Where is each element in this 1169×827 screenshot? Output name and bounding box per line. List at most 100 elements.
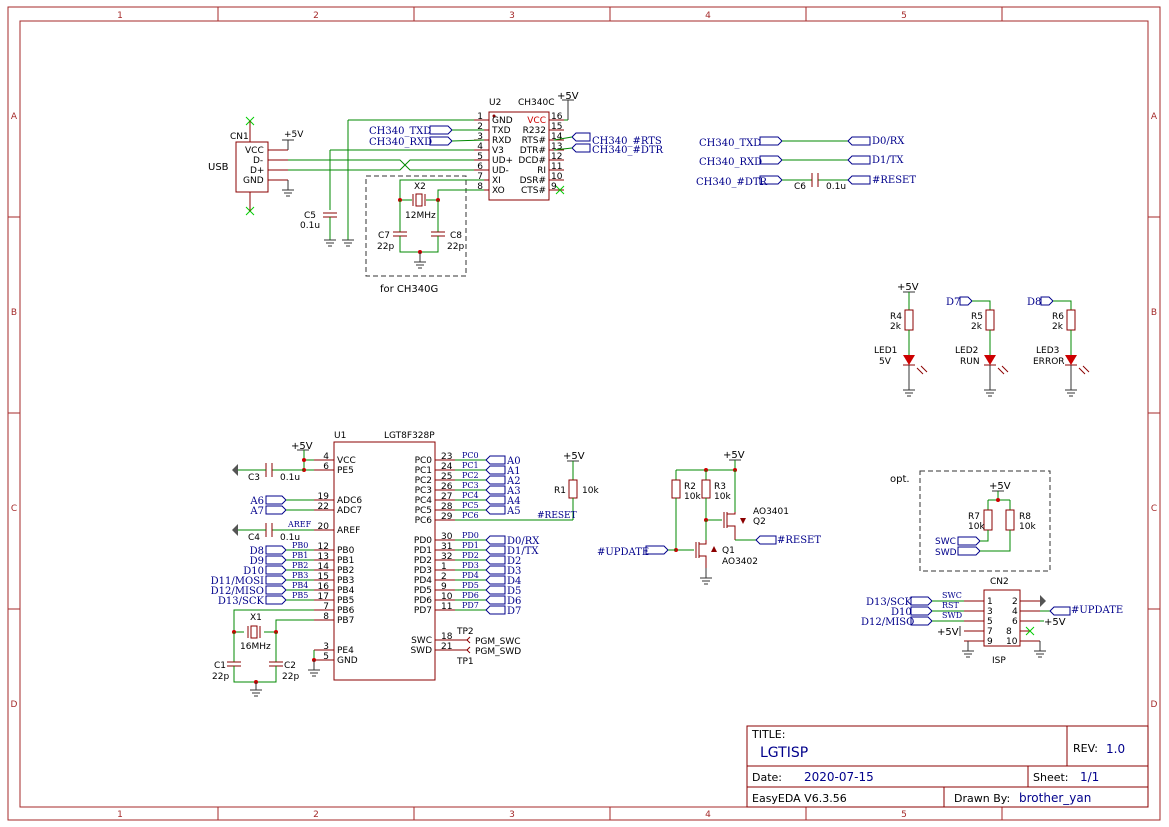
drawn-by-value: brother_yan xyxy=(1019,791,1091,805)
led-wire xyxy=(972,300,991,310)
u1-right-nets: A0A1A2A3A4A5D0/RXD1/TXD2D3D4D5D6D7PC0PC1… xyxy=(455,451,540,617)
u1-wire-label: PB0 xyxy=(292,541,308,550)
title-label: TITLE: xyxy=(751,728,785,741)
u2-pin-name: UD- xyxy=(492,166,509,176)
cn1-power: +5V xyxy=(284,130,304,140)
u1-pin-number: 21 xyxy=(441,642,452,652)
u1-pin-number: 17 xyxy=(318,592,329,602)
u1-net-flag xyxy=(265,545,287,555)
u2-pin-number: 13 xyxy=(551,142,562,152)
u2-pin-name: DTR# xyxy=(520,146,546,156)
led-ref: LED2 xyxy=(955,346,978,356)
u1-reset-label: #RESET xyxy=(537,511,577,521)
u1-net-flag xyxy=(485,455,506,465)
u1-pin-number: 30 xyxy=(441,532,453,542)
c5-value: 0.1u xyxy=(300,221,320,231)
update-circuit[interactable]: +5V R2 10k R3 10k AO3401 Q2 #RESET Q1 AO… xyxy=(597,450,821,585)
u1-pin-number: 29 xyxy=(441,512,453,522)
u1-pin-name: PD6 xyxy=(414,596,432,606)
u1-pin-name: SWC xyxy=(411,636,432,646)
led-net-label: D7 xyxy=(946,297,960,308)
u1-pin-number: 7 xyxy=(323,602,329,612)
u1-net-flag xyxy=(265,555,287,565)
u1-pin-number: 12 xyxy=(318,542,329,552)
serial-from-dtr: CH340_#DTR xyxy=(696,177,768,188)
opt-block[interactable]: opt. +5V R7 10k R8 10k SWC SWD xyxy=(890,470,1051,572)
usb-connector-cn1[interactable]: CN1 USB +5V VCC D- D+ GND xyxy=(208,116,304,216)
net-ch340-rxd-in: CH340_RXD xyxy=(369,137,432,148)
r1-power: +5V xyxy=(563,451,585,462)
rev-value: 1.0 xyxy=(1106,742,1125,756)
u2-pin-name: UD+ xyxy=(492,156,513,166)
c4-ref: C4 xyxy=(248,533,260,543)
led-diode-icon xyxy=(1065,355,1077,365)
tp1-ref: TP1 xyxy=(456,657,474,667)
frame-col-4-top: 4 xyxy=(705,11,711,21)
c7-value: 22p xyxy=(377,242,394,252)
led-resistor-value: 2k xyxy=(1052,322,1064,332)
capacitor-c5[interactable]: C5 0.1u xyxy=(300,211,354,247)
update-power: +5V xyxy=(723,450,745,461)
led-channel[interactable]: +5V R42k LED15V xyxy=(874,282,928,397)
u1-pin-number: 27 xyxy=(441,492,452,502)
c1-ref: C1 xyxy=(214,661,226,671)
frame-col-2-bottom: 2 xyxy=(313,810,319,820)
led-channel[interactable]: D7 R52k LED2RUN xyxy=(946,296,1009,397)
cn1-name: USB xyxy=(208,162,229,173)
u1-pin-name: PB4 xyxy=(337,586,355,596)
cn2-ref: CN2 xyxy=(990,577,1009,587)
u1-wire-label: PC0 xyxy=(462,451,479,460)
led-ray-icon xyxy=(1082,365,1090,373)
serial-map[interactable]: CH340_TXD CH340_RXD CH340_#DTR C6 0.1u D… xyxy=(696,136,916,192)
led-resistor-value: 2k xyxy=(971,322,983,332)
serial-from-rxd: CH340_RXD xyxy=(699,157,762,168)
u1-net-flag xyxy=(485,535,506,545)
u2-pin-number: 14 xyxy=(551,132,563,142)
led-resistor xyxy=(1066,309,1076,331)
crystal-block-ch340g[interactable]: for CH340G X2 12MHz C7 22p C8 22p xyxy=(365,175,484,295)
u1-wire-label: PD3 xyxy=(462,561,479,570)
title-value: LGTISP xyxy=(760,745,808,761)
cn2-name: ISP xyxy=(992,656,1006,666)
u1-wire-label: PD0 xyxy=(462,531,479,540)
u1-pin-name: SWD xyxy=(410,646,432,656)
r2-ref: R2 xyxy=(684,482,696,492)
u1-pin-number: 14 xyxy=(318,562,330,572)
u1-pin-number: 3 xyxy=(323,642,329,652)
frame-col-4-bottom: 4 xyxy=(705,810,711,820)
u1-pin-number: 19 xyxy=(318,492,330,502)
led-ray-icon xyxy=(1001,365,1009,373)
u1-wire-label: PD5 xyxy=(462,581,479,590)
cn2-pin-9: 9 xyxy=(987,637,993,647)
isp-connector-cn2[interactable]: CN2 ISP 1 3 5 7 9 2 4 6 8 10 D13/SCK D10… xyxy=(861,577,1123,666)
u1-left-nets: A6A7D8D9D10D11/MOSID12/MISOD13/SCKPB0PB1… xyxy=(211,495,314,607)
led-diode-icon xyxy=(984,355,996,365)
u1-pin-name: PB2 xyxy=(337,566,354,576)
net-ch340-txd-in: CH340_TXD xyxy=(369,126,431,137)
u1-pin-name: PB3 xyxy=(337,576,354,586)
x2-ref: X2 xyxy=(414,182,426,192)
frame-row-c-right: C xyxy=(1151,504,1157,514)
cn2-power-right: +5V xyxy=(1044,617,1066,628)
test-points[interactable]: TP2 TP1 PGM_SWC PGM_SWD xyxy=(455,627,521,667)
c6-value: 0.1u xyxy=(826,182,846,192)
led-channel[interactable]: D8 R62k LED3ERROR xyxy=(1027,296,1090,397)
u1-pin-name: PC4 xyxy=(415,496,433,506)
u1-pin-number: 13 xyxy=(318,552,329,562)
u1-wire-label: PC3 xyxy=(462,481,479,490)
u1-net-flag xyxy=(485,485,506,495)
frame-row-b-left: B xyxy=(11,308,17,318)
u1-net-flag xyxy=(265,585,287,595)
u1-net-flag xyxy=(265,595,287,605)
serial-to-d1tx: D1/TX xyxy=(872,155,904,166)
u1-net-flag xyxy=(485,605,506,615)
cn2-pin-5: 5 xyxy=(987,617,993,627)
u2-pin-name: RXD xyxy=(492,136,511,146)
u2-pin-name: V3 xyxy=(492,146,504,156)
date-label: Date: xyxy=(752,771,782,784)
led-diode-icon xyxy=(903,355,915,365)
u1-pin-number: 18 xyxy=(441,632,453,642)
u1-pin-number: 1 xyxy=(441,562,447,572)
u1-ref: U1 xyxy=(334,431,346,441)
x1-ref: X1 xyxy=(250,613,262,623)
